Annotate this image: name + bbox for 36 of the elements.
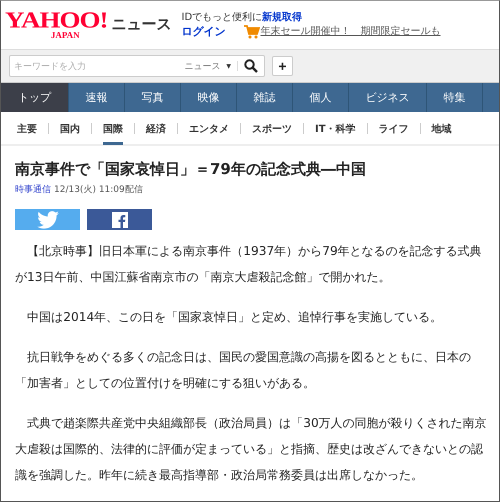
search-icon	[244, 59, 258, 73]
category-tab[interactable]: 国内	[60, 114, 80, 145]
promo-link[interactable]: 年末セール開催中！ 期間限定セールも	[260, 25, 441, 39]
category-tab[interactable]: ライフ	[378, 114, 409, 145]
nav-tab[interactable]: トップ	[1, 83, 69, 112]
nav-tab[interactable]: 個人	[293, 83, 349, 112]
signup-link[interactable]: 新規取得	[262, 11, 302, 25]
category-tab[interactable]: 経済	[146, 114, 166, 145]
bird-icon	[36, 210, 58, 228]
login-link[interactable]: ログイン	[182, 25, 226, 39]
add-button[interactable]: +	[272, 56, 293, 76]
nav-tab[interactable]: 特集	[427, 83, 483, 112]
nav-tab[interactable]: 雑誌	[237, 83, 293, 112]
nav-tab[interactable]: 映像	[181, 83, 237, 112]
facebook-icon	[112, 212, 128, 228]
nav-tab[interactable]: ビジネス	[349, 83, 427, 112]
category-tab[interactable]: 地域	[432, 114, 452, 145]
category-tab[interactable]: 主要	[17, 114, 37, 145]
article-paragraph: 【北京時事】旧日本軍による南京事件（1937年）から79年となるのを記念する式典が13日午前、中国江蘇省南京市の「南京大虐殺記念館」で開かれた。	[15, 243, 483, 286]
article-title: 南京事件で「国家哀悼日」＝79年の記念式典―中国	[15, 160, 367, 179]
category-tab[interactable]: IT・科学	[315, 114, 356, 145]
account-prompt: IDでもっと便利に	[182, 12, 262, 25]
nav-tab[interactable]: 速報	[69, 83, 125, 112]
category-tab[interactable]: エンタメ	[189, 114, 229, 145]
article-paragraph: 抗日戦争をめぐる多くの記念日は、国民の愛国意識の高揚を図るとともに、日本の「加害者」としての位置付けを明確にする狙いがある。	[15, 349, 472, 392]
cart-icon	[244, 25, 260, 39]
category-tab[interactable]: 国際	[103, 114, 123, 145]
facebook-share-button[interactable]	[87, 209, 152, 230]
article-paragraph: 中国は2014年、この日を「国家哀悼日」と定め、追悼行事を実施している。	[26, 309, 444, 326]
yahoo-logo[interactable]: YAHOO! JAPAN	[5, 7, 108, 40]
category-tab[interactable]: スポーツ	[252, 114, 292, 145]
article-paragraph: 式典で趙楽際共産党中央組織部長（政治局員）は「30万人の同胞が殺りくされた南京大虐殺は国際的、法律的に評価が定まっている」と指摘、歴史は改ざんできないとの認識を強調した。昨年に続き最高指導部・政治局常務委員は出席しなかった。	[15, 415, 488, 484]
section-title: ニュース	[112, 15, 172, 34]
source-link[interactable]: 時事通信	[15, 185, 51, 195]
publish-date: 12/13(火) 11:09配信	[54, 185, 143, 195]
nav-tab[interactable]: 写真	[125, 83, 181, 112]
